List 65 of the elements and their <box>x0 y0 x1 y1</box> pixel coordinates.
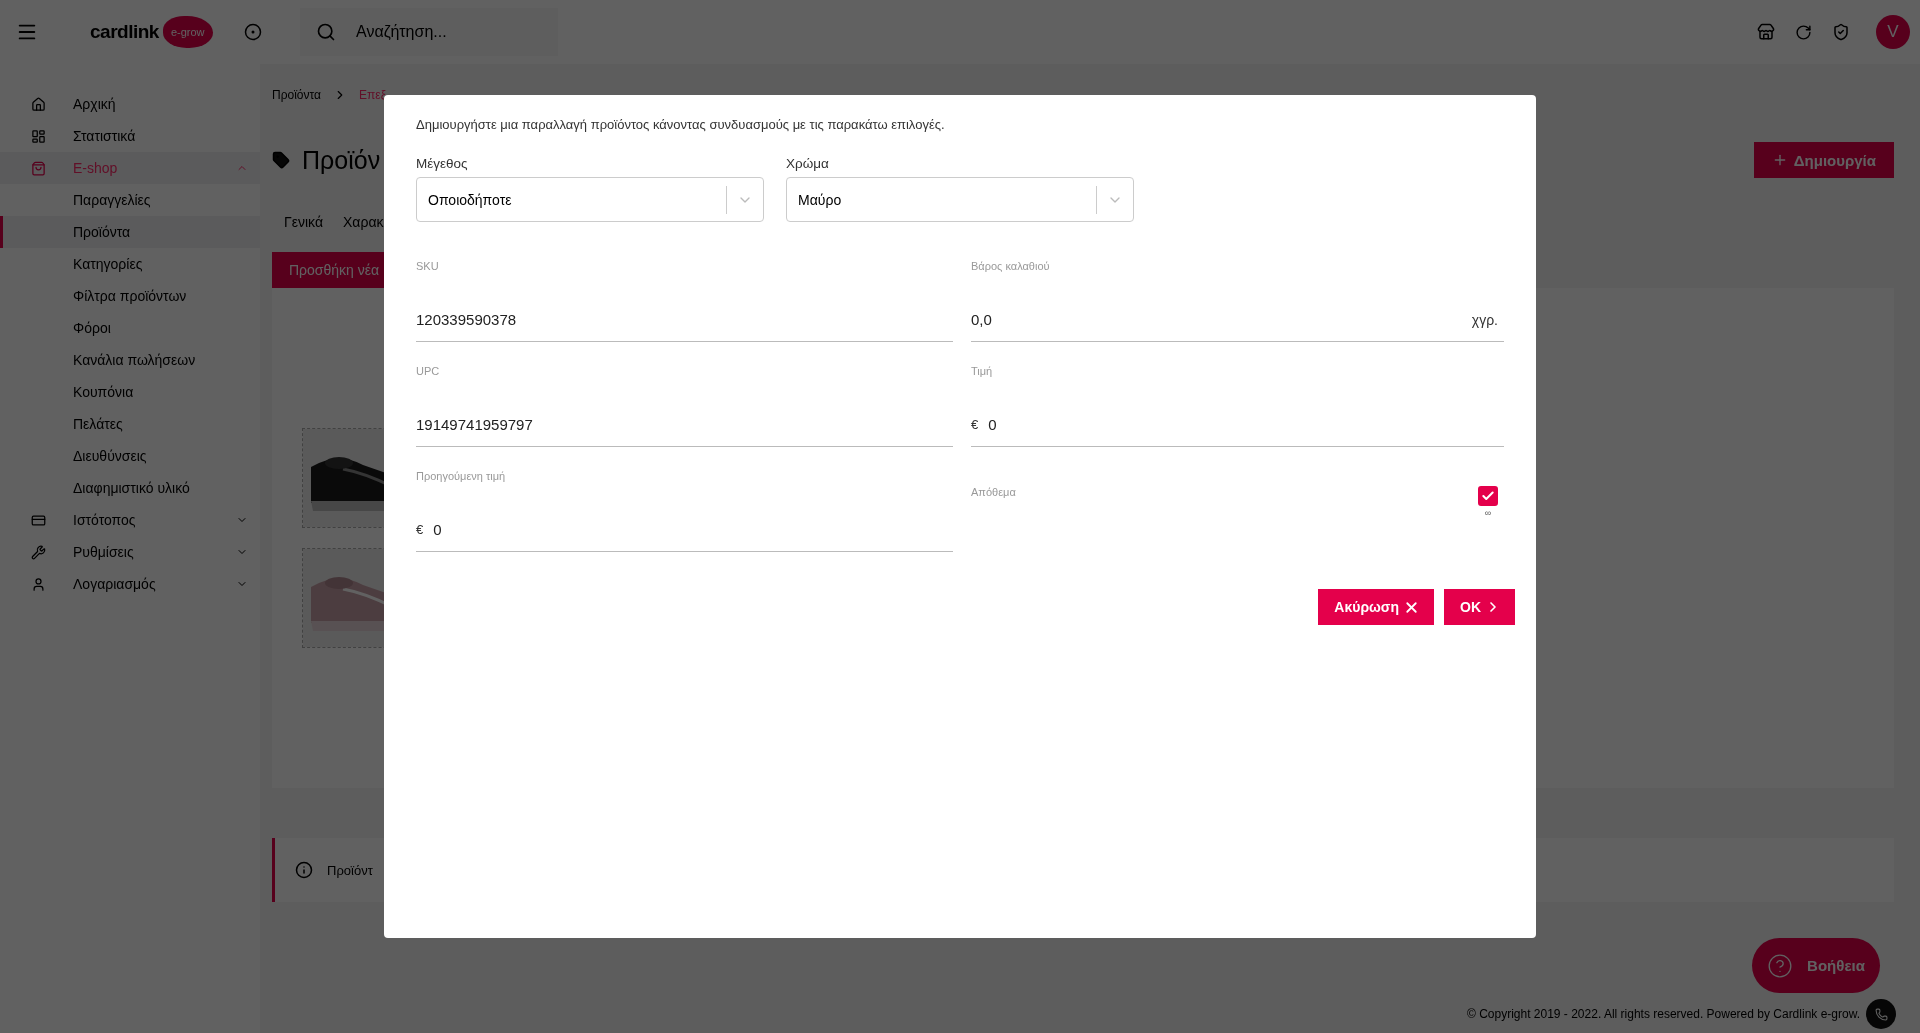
cancel-button[interactable]: Ακύρωση <box>1318 589 1434 625</box>
search-icon <box>316 22 336 42</box>
field-label: UPC <box>416 365 441 379</box>
tab[interactable]: Γενικά <box>284 214 323 230</box>
tab[interactable]: Χαρακ <box>343 214 384 230</box>
sidebar-item[interactable]: E-shop <box>0 152 260 184</box>
breadcrumb-link[interactable]: Επεξ <box>359 88 387 102</box>
sidebar-subitem[interactable]: Φίλτρα προϊόντων <box>0 280 260 312</box>
select-label: Χρώμα <box>786 156 830 171</box>
field-label: Τιμή <box>971 365 994 379</box>
user-avatar[interactable]: V <box>1876 15 1910 49</box>
input-field[interactable]: 19149741959797 <box>416 416 953 433</box>
unit-label: χγρ. <box>1471 311 1498 328</box>
input-field[interactable]: 0 <box>988 416 1504 433</box>
nav-icon <box>31 128 46 144</box>
sidebar-subitem[interactable]: Κουπόνια <box>0 376 260 408</box>
sidebar-subitem[interactable]: Κατηγορίες <box>0 248 260 280</box>
sidebar-item[interactable]: Ιστότοπος <box>0 504 260 536</box>
field-label: Απόθεμα <box>971 486 1016 500</box>
nav-icon <box>31 160 46 176</box>
sidebar-subitem[interactable]: Διευθύνσεις <box>0 440 260 472</box>
phone-icon <box>1874 1007 1888 1021</box>
checkbox[interactable] <box>1478 486 1498 506</box>
phone-button[interactable] <box>1866 999 1896 1029</box>
field-label: Προηγούμενη τιμή <box>416 470 507 484</box>
dialog-description: Δημιουργήστε μια παραλλαγή προϊόντος κάνοντας συνδυασμούς με τις παρακάτω επιλογές. <box>416 117 946 132</box>
sidebar-item[interactable]: Στατιστικά <box>0 120 260 152</box>
input-field[interactable]: 120339590378 <box>416 311 953 328</box>
sidebar-item[interactable]: Λογαριασμός <box>0 568 260 600</box>
sidebar-item[interactable]: Αρχική <box>0 88 260 120</box>
create-button[interactable]: Δημιουργία <box>1753 142 1894 178</box>
info-icon <box>295 861 313 879</box>
select-field[interactable]: Μαύρο <box>786 177 1134 222</box>
search-field[interactable]: Αναζήτηση... <box>354 22 524 42</box>
field-label: Βάρος καλαθιού <box>971 260 1051 274</box>
sidebar-subitem[interactable]: Παραγγελίες <box>0 184 260 216</box>
logo-badge: e-grow <box>162 16 213 48</box>
check-icon <box>1481 489 1495 503</box>
input-field[interactable]: 0 <box>433 521 953 538</box>
currency-symbol: € <box>416 522 424 537</box>
select-label: Μέγεθος <box>416 156 469 171</box>
ok-button[interactable]: OK <box>1444 589 1515 625</box>
info-text: Προϊόντ <box>327 862 373 878</box>
sidebar-subitem[interactable]: Διαφημιστικό υλικό <box>0 472 260 504</box>
sidebar-subitem[interactable]: Φόροι <box>0 312 260 344</box>
select-field[interactable]: Οποιοδήποτε <box>416 177 764 222</box>
copyright-text: © Copyright 2019 - 2022. All rights reserved. Powered by Cardlink e-grow. <box>1466 1007 1860 1021</box>
tag-icon <box>272 151 290 169</box>
currency-symbol: € <box>971 417 979 432</box>
nav-icon <box>31 576 46 592</box>
logo-text: cardlink <box>90 21 159 43</box>
infinity-note: ∞ <box>1484 508 1492 518</box>
nav-icon <box>31 544 46 560</box>
sidebar-item[interactable]: Ρυθμίσεις <box>0 536 260 568</box>
page-title: Προϊόν <box>302 145 381 175</box>
sidebar-subitem[interactable]: Πελάτες <box>0 408 260 440</box>
sidebar-subitem[interactable]: Προϊόντα <box>0 216 260 248</box>
question-icon <box>1767 952 1794 979</box>
help-button[interactable]: Βοήθεια <box>1752 938 1880 993</box>
input-field[interactable]: 0,0 <box>971 311 1462 328</box>
field-label: SKU <box>416 260 440 274</box>
nav-icon <box>31 96 46 112</box>
breadcrumb-link[interactable]: Προϊόντα <box>272 88 321 102</box>
nav-icon <box>31 512 46 528</box>
sidebar-subitem[interactable]: Κανάλια πωλήσεων <box>0 344 260 376</box>
